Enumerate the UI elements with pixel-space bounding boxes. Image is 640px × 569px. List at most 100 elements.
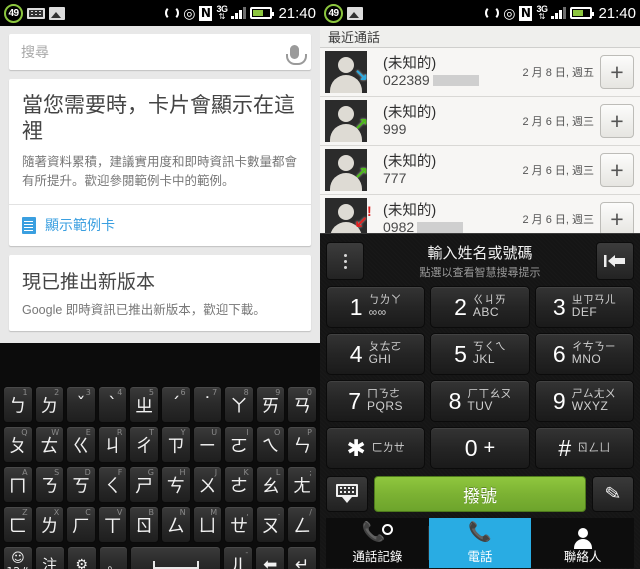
caller-name: (未知的) bbox=[383, 153, 437, 170]
key-bopomofo[interactable]: Jㄨ bbox=[192, 466, 223, 503]
key-bopomofo[interactable]: Fㄑ bbox=[97, 466, 128, 503]
add-contact-button[interactable]: + bbox=[600, 55, 634, 89]
dialer-hint[interactable]: 輸入姓名或號碼 點選以查看智慧搜尋提示 bbox=[370, 242, 590, 280]
key-bopomofo[interactable]: Xㄌ bbox=[34, 506, 65, 543]
notification-count-badge: 49 bbox=[324, 3, 343, 23]
add-contact-button[interactable]: + bbox=[600, 104, 634, 138]
mic-icon[interactable] bbox=[286, 45, 307, 65]
dialpad-key-star[interactable]: ✱ ㄈㄌㄝ bbox=[326, 427, 426, 469]
key-bopomofo[interactable]: Vㄒ bbox=[97, 506, 128, 543]
key-bopomofo[interactable]: Cㄏ bbox=[66, 506, 96, 543]
tab-contacts[interactable]: 聯絡人 bbox=[531, 518, 634, 568]
key-bopomofo[interactable]: ; ㄤ bbox=[287, 466, 317, 503]
key-bopomofo[interactable]: Bㄖ bbox=[129, 506, 159, 543]
key-bopomofo[interactable]: Eㄍ bbox=[66, 426, 96, 463]
tab-call-history[interactable]: 📞 通話記錄 bbox=[326, 518, 429, 568]
tab-phone[interactable]: 📞 電話 bbox=[428, 518, 532, 568]
period-key[interactable]: 。 bbox=[98, 546, 129, 569]
dialpad-key-5[interactable]: 5 ㄎㄑㄟ JKL bbox=[430, 333, 530, 375]
dialpad-key-9[interactable]: 9 ㄕㄙㄤㄨ WXYZ bbox=[534, 380, 634, 422]
key-bopomofo[interactable]: Qㄆ bbox=[3, 426, 33, 463]
key-bopomofo[interactable]: Yㄗ bbox=[160, 426, 191, 463]
key-bopomofo[interactable]: 1ㄅ bbox=[3, 386, 33, 423]
key-bopomofo[interactable]: / ㄥ bbox=[287, 506, 317, 543]
dialpad-key-0[interactable]: 0 + bbox=[430, 427, 530, 469]
key-bopomofo[interactable]: Lㄠ bbox=[255, 466, 286, 503]
call-log-row[interactable]: ↗ (未知的) 999 2 月 6 日, 週三 + bbox=[320, 97, 640, 146]
key-bopomofo[interactable]: Wㄊ bbox=[34, 426, 65, 463]
phone-glyph: 📞 bbox=[361, 522, 386, 543]
dialpad-key-8[interactable]: 8 ㄏㄒㄠㄡ TUV bbox=[430, 380, 530, 422]
key-bopomofo[interactable]: Tㄔ bbox=[129, 426, 159, 463]
key-bopomofo[interactable]: 2ㄉ bbox=[34, 386, 65, 423]
dialpad-key-7[interactable]: 7 ㄇㄋㄜ PQRS bbox=[326, 380, 426, 422]
key-bopomofo[interactable]: 7 ˙ bbox=[192, 386, 223, 423]
key-bopomofo[interactable]: Iㄛ bbox=[224, 426, 254, 463]
document-icon bbox=[22, 216, 36, 234]
dialpad-key-6[interactable]: 6 ㄔㄘㄋㄧ MNO bbox=[534, 333, 634, 375]
keyboard-row-4: Zㄈ Xㄌ Cㄏ Vㄒ Bㄖ Nㄙ Mㄩ ,ㄝ .ㄡ / ㄥ bbox=[2, 506, 318, 543]
key-main-label: ㄨ bbox=[198, 475, 217, 497]
dialpad-key-4[interactable]: 4 ㄆㄊㄛ GHI bbox=[326, 333, 426, 375]
key-bopomofo[interactable]: Gㄕ bbox=[129, 466, 159, 503]
key-bopomofo[interactable]: Dㄎ bbox=[66, 466, 96, 503]
emoji-symbols-key[interactable]: ☺ 12# bbox=[3, 546, 33, 569]
key-bopomofo[interactable]: ,ㄝ bbox=[224, 506, 254, 543]
key-bopomofo[interactable]: Uㄧ bbox=[192, 426, 223, 463]
key-bopomofo[interactable]: 0ㄢ bbox=[287, 386, 317, 423]
keypad-down-icon bbox=[336, 484, 358, 504]
dialpad-latin: DEF bbox=[571, 305, 598, 320]
space-key[interactable] bbox=[130, 546, 222, 569]
update-available-card[interactable]: 現已推出新版本 Google 即時資訊已推出新版本，歡迎下載。 bbox=[9, 255, 311, 332]
show-sample-cards-button[interactable]: 顯示範例卡 bbox=[9, 204, 311, 246]
key-bopomofo[interactable]: Nㄙ bbox=[160, 506, 191, 543]
input-mode-key[interactable]: 注 bbox=[34, 546, 65, 569]
key-bopomofo[interactable]: 9ㄞ bbox=[255, 386, 286, 423]
dialer-backspace-button[interactable] bbox=[596, 242, 634, 280]
call-log-row[interactable]: ↗ (未知的) 777 2 月 6 日, 週三 + bbox=[320, 146, 640, 195]
key-bopomofo[interactable]: 8ㄚ bbox=[224, 386, 254, 423]
keyboard-settings-key[interactable]: ⚙ , bbox=[66, 546, 97, 569]
status-bar-clock: 21:40 bbox=[598, 4, 636, 22]
call-log-info: (未知的) 777 bbox=[367, 154, 522, 187]
call-button[interactable]: 撥號 bbox=[374, 476, 586, 512]
hide-keypad-button[interactable] bbox=[326, 476, 368, 512]
signal-icon bbox=[231, 7, 247, 19]
er-key[interactable]: - ㄦ bbox=[223, 546, 254, 569]
dialpad-sublabels: ㄆㄊㄛ GHI bbox=[369, 341, 402, 366]
dialpad-key-hash[interactable]: # ㄖㄥㄩ bbox=[534, 427, 634, 469]
key-bopomofo[interactable]: 4ˋ bbox=[97, 386, 128, 423]
backspace-key[interactable]: ⬅ bbox=[255, 546, 286, 569]
key-bopomofo[interactable]: 3ˇ bbox=[66, 386, 96, 423]
update-card-body: Google 即時資訊已推出新版本，歡迎下載。 bbox=[22, 303, 266, 318]
key-bopomofo[interactable]: Aㄇ bbox=[3, 466, 33, 503]
key-bopomofo[interactable]: 6ˊ bbox=[160, 386, 191, 423]
handwriting-button[interactable]: ✎ bbox=[592, 476, 634, 512]
key-bopomofo[interactable]: .ㄡ bbox=[255, 506, 286, 543]
caller-number: 022389 bbox=[383, 72, 522, 88]
dialpad-key-2[interactable]: 2 ㄍㄐㄞ ABC bbox=[430, 286, 530, 328]
add-contact-button[interactable]: + bbox=[600, 153, 634, 187]
key-bopomofo[interactable]: Rㄐ bbox=[97, 426, 128, 463]
caller-number: 777 bbox=[383, 170, 522, 186]
dialpad-key-3[interactable]: 3 ㄓㄗㄢㄦ DEF bbox=[534, 286, 634, 328]
key-bopomofo[interactable]: Sㄋ bbox=[34, 466, 65, 503]
key-bopomofo[interactable]: Hㄘ bbox=[160, 466, 191, 503]
keyboard-icon bbox=[27, 7, 45, 19]
overflow-menu-button[interactable] bbox=[326, 242, 364, 280]
key-bopomofo[interactable]: Pㄣ bbox=[287, 426, 317, 463]
key-bopomofo[interactable]: Mㄩ bbox=[192, 506, 223, 543]
search-bar[interactable]: 搜尋 bbox=[9, 34, 311, 70]
add-contact-button[interactable]: + bbox=[600, 202, 634, 236]
search-input[interactable]: 搜尋 bbox=[21, 42, 290, 62]
key-alt-label: 0 bbox=[306, 388, 312, 397]
status-bar-right: 49 ◎ N 3G ⇅ 21:40 bbox=[320, 0, 640, 26]
enter-key[interactable]: ↵ bbox=[287, 546, 317, 569]
call-log-row[interactable]: ↘ (未知的) 022389 2 月 8 日, 週五 + bbox=[320, 48, 640, 97]
key-bopomofo[interactable]: Kㄜ bbox=[224, 466, 254, 503]
key-bopomofo[interactable]: 5ㄓ bbox=[129, 386, 159, 423]
caller-number-text: 999 bbox=[383, 121, 407, 138]
key-bopomofo[interactable]: Zㄈ bbox=[3, 506, 33, 543]
key-bopomofo[interactable]: Oㄟ bbox=[255, 426, 286, 463]
dialpad-key-1[interactable]: 1 ㄅㄌㄚ ∞∞ bbox=[326, 286, 426, 328]
